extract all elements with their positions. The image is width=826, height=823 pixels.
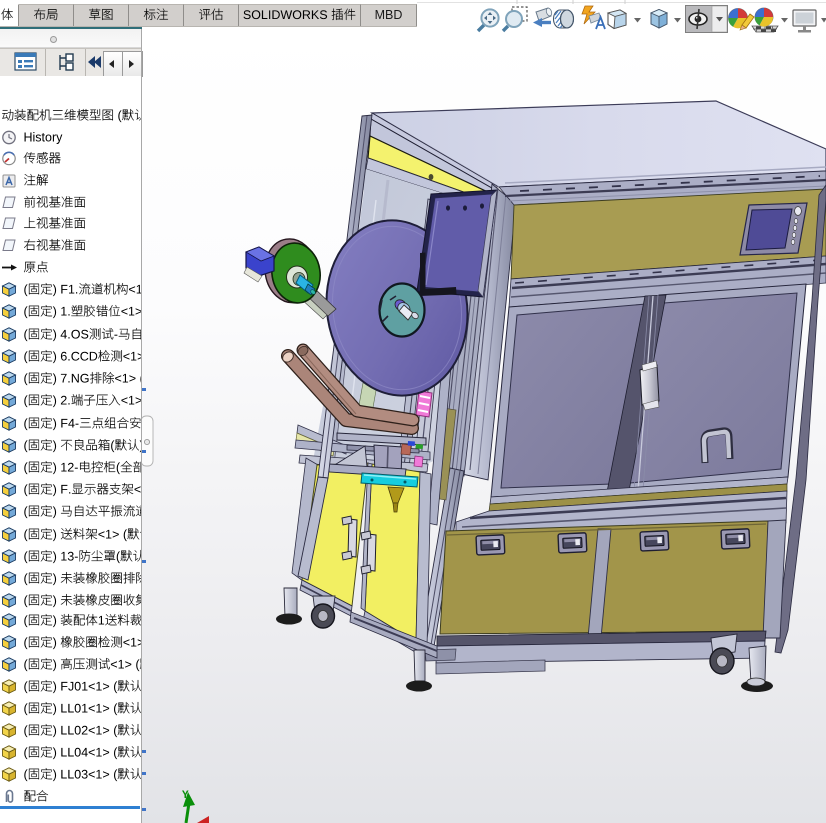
svg-text:History: History [24,131,64,145]
svg-text:Y: Y [182,790,189,802]
